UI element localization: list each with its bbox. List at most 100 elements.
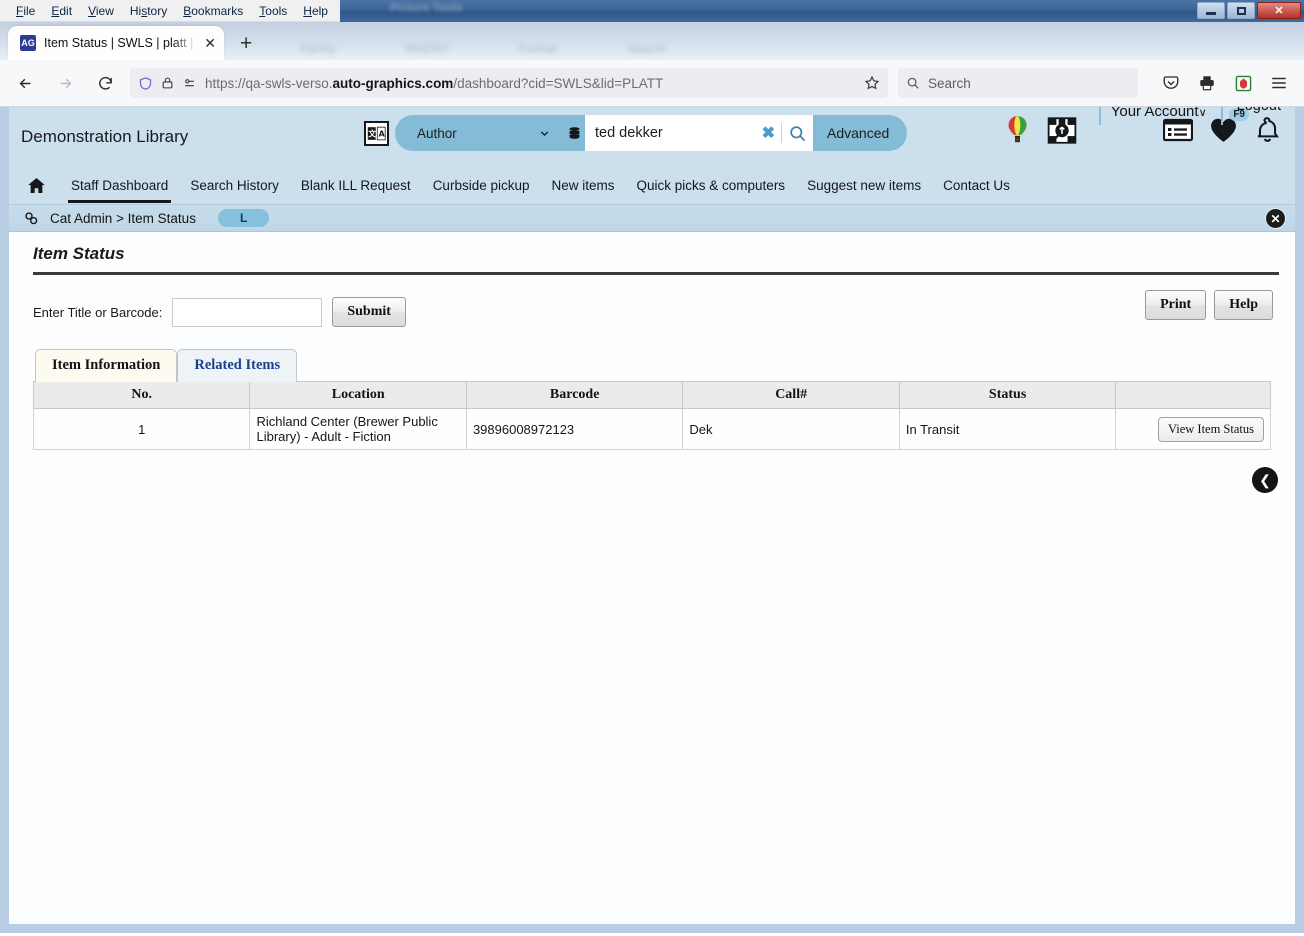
chain-link-icon [23, 210, 40, 227]
close-tab-icon[interactable]: ✕ [204, 36, 216, 50]
new-tab-button[interactable]: + [240, 33, 252, 54]
menu-item-help[interactable]: Help [295, 1, 336, 21]
print-icon[interactable] [1192, 68, 1222, 98]
browser-search-bar[interactable]: Search [898, 68, 1138, 98]
search-input-wrapper[interactable]: ted dekker ✖ [585, 115, 813, 151]
url-text: https://qa-swls-verso.auto-graphics.com/… [205, 76, 856, 91]
browser-nav-bar: https://qa-swls-verso.auto-graphics.com/… [0, 60, 1304, 107]
forward-nav-icon[interactable] [50, 68, 80, 98]
nav-item-staff-dashboard[interactable]: Staff Dashboard [60, 169, 179, 203]
column-header-actions [1115, 381, 1271, 409]
nav-item-contact-us[interactable]: Contact Us [932, 169, 1021, 203]
search-scope-select[interactable]: Author [395, 115, 563, 151]
cell-status: In Transit [898, 408, 1117, 450]
shield-icon[interactable] [138, 76, 153, 91]
hamburger-menu-icon[interactable] [1264, 68, 1294, 98]
help-button[interactable]: Help [1214, 290, 1273, 320]
reload-icon[interactable] [90, 68, 120, 98]
nav-item-curbside-pickup[interactable]: Curbside pickup [422, 169, 541, 203]
main-content: Item Status Enter Title or Barcode: Subm… [9, 232, 1295, 924]
barcode-field-label: Enter Title or Barcode: [33, 304, 163, 320]
explore-map-icon[interactable] [1047, 116, 1077, 145]
search-divider [781, 123, 782, 143]
close-window-button[interactable]: ✕ [1257, 2, 1301, 19]
nav-item-quick-picks-computers[interactable]: Quick picks & computers [626, 169, 797, 203]
nav-item-blank-ill-request[interactable]: Blank ILL Request [290, 169, 422, 203]
view-item-status-button[interactable]: View Item Status [1157, 416, 1264, 442]
nav-item-suggest-new-items[interactable]: Suggest new items [796, 169, 932, 203]
hot-air-balloon-icon[interactable] [1004, 115, 1031, 145]
breadcrumb[interactable]: Cat Admin > Item Status [50, 211, 196, 226]
page-viewport: Demonstration Library 文A Author ted dekk… [0, 107, 1304, 933]
item-lookup-form: Enter Title or Barcode: Submit Print Hel… [23, 275, 1281, 327]
menu-item-edit[interactable]: Edit [43, 1, 80, 21]
extension-icon[interactable] [1228, 68, 1258, 98]
browser-tab[interactable]: AG Item Status | SWLS | platt | Auto- ✕ [8, 26, 224, 60]
cell-actions: View Item Status [1115, 408, 1271, 450]
library-name: Demonstration Library [21, 127, 189, 146]
submit-button[interactable]: Submit [332, 297, 406, 327]
search-submit-icon[interactable] [788, 124, 807, 143]
menu-item-bookmarks[interactable]: Bookmarks [175, 1, 251, 21]
column-header-status: Status [898, 381, 1117, 409]
database-icon[interactable] [563, 125, 585, 142]
clear-search-icon[interactable]: ✖ [762, 123, 775, 143]
svg-text:文: 文 [368, 128, 376, 138]
site-favicon: AG [20, 35, 36, 51]
account-caret-icon: ∨ [1198, 107, 1207, 119]
window-controls: ✕ [1197, 2, 1301, 19]
location-pill[interactable]: L [217, 209, 270, 227]
menu-item-file[interactable]: File [8, 1, 43, 21]
menu-item-history[interactable]: History [122, 1, 175, 21]
browser-toolbar-icons [1156, 68, 1294, 98]
minimize-button[interactable] [1197, 2, 1225, 19]
permissions-icon[interactable] [182, 77, 197, 90]
lock-icon[interactable] [161, 76, 174, 90]
column-header-callnumber: Call# [682, 381, 900, 409]
column-header-location: Location [249, 381, 467, 409]
search-group: 文A Author ted dekker ✖ Advanced [364, 115, 908, 151]
url-domain: auto-graphics.com [332, 75, 454, 91]
barcode-input[interactable] [172, 297, 323, 327]
breadcrumb-bar: Cat Admin > Item Status L ✕ [9, 205, 1295, 232]
back-to-results-button[interactable]: ❮ [1252, 467, 1278, 493]
menu-item-view[interactable]: View [80, 1, 122, 21]
os-menu-bar: File Edit View History Bookmarks Tools H… [0, 0, 340, 22]
nav-item-new-items[interactable]: New items [541, 169, 626, 203]
translate-icon[interactable]: 文A [364, 120, 389, 146]
advanced-search-button[interactable]: Advanced [813, 115, 903, 151]
chevron-down-icon [538, 127, 551, 140]
url-bar[interactable]: https://qa-swls-verso.auto-graphics.com/… [130, 68, 888, 98]
cell-location: Richland Center (Brewer Public Library) … [249, 408, 467, 450]
account-name: Your Account∨ [1110, 107, 1207, 120]
tab-item-information[interactable]: Item Information [35, 349, 178, 382]
ghost-tab-1: INSERT [405, 42, 450, 56]
menu-item-tools[interactable]: Tools [251, 1, 295, 21]
search-input[interactable]: ted dekker [595, 125, 756, 141]
account-area: Hello, Your Account∨ Logout [1098, 107, 1295, 125]
item-details-panel: Item Information Related Items No. Locat… [32, 349, 1271, 450]
account-menu[interactable]: Hello, Your Account∨ [1098, 107, 1221, 125]
ghost-tab-3: Search [627, 42, 666, 56]
pocket-icon[interactable] [1156, 68, 1186, 98]
nav-item-search-history[interactable]: Search History [179, 169, 290, 203]
search-scope-value: Author [417, 125, 457, 141]
bookmark-star-icon[interactable] [864, 75, 880, 91]
ghost-ribbon-tabs: Family INSERT Format Search [300, 42, 665, 56]
logout-link[interactable]: Logout [1220, 107, 1295, 125]
home-icon[interactable] [27, 176, 46, 195]
search-pill: Author ted dekker ✖ Advanced [395, 115, 908, 151]
print-button[interactable]: Print [1145, 290, 1207, 320]
page-actions: Print Help [1145, 290, 1273, 320]
url-prefix: https://qa-swls-verso. [205, 75, 333, 91]
column-header-no: No. [32, 381, 251, 409]
os-title-bar: File Edit View History Bookmarks Tools H… [0, 0, 1304, 22]
ghost-tab-0: Family [300, 42, 336, 56]
browser-tab-title: Item Status | SWLS | platt | Auto- [44, 36, 196, 50]
ghost-window-title: Picture Tools [390, 2, 463, 14]
url-suffix: /dashboard?cid=SWLS&lid=PLATT [453, 75, 664, 91]
close-panel-icon[interactable]: ✕ [1266, 209, 1285, 228]
tab-related-items[interactable]: Related Items [177, 349, 298, 382]
back-nav-icon[interactable] [10, 68, 40, 98]
maximize-button[interactable] [1227, 2, 1255, 19]
